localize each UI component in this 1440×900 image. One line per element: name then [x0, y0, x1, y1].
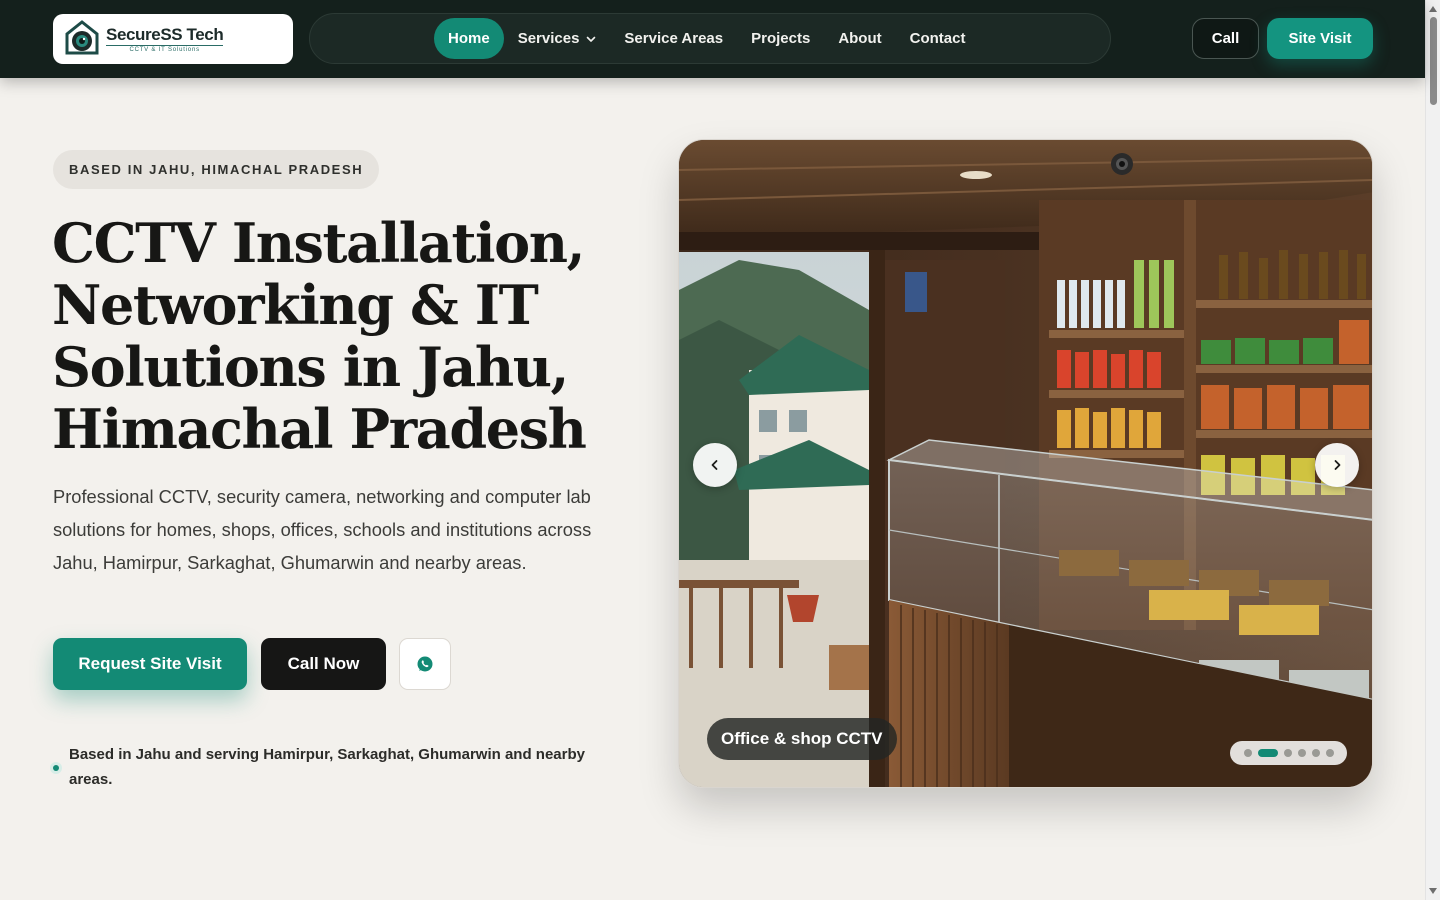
main-nav: Home Services Service Areas Projects Abo… — [309, 13, 1111, 64]
call-now-button[interactable]: Call Now — [261, 638, 386, 690]
carousel-dot-active[interactable] — [1257, 749, 1278, 757]
nav-services[interactable]: Services — [504, 18, 611, 59]
site-header: SecureSS Tech CCTV & IT Solutions Home S… — [0, 0, 1425, 78]
service-area-note: Based in Jahu and serving Hamirpur, Sark… — [69, 746, 585, 788]
chevron-down-icon — [587, 36, 596, 42]
hero-carousel: Office & shop CCTV — [678, 139, 1373, 788]
carousel-dot[interactable] — [1325, 749, 1334, 757]
chevron-left-icon — [711, 460, 718, 470]
nav-projects[interactable]: Projects — [737, 18, 824, 59]
header-call-button[interactable]: Call — [1192, 18, 1259, 59]
nav-home[interactable]: Home — [434, 18, 504, 59]
logo-name: SecureSS Tech — [106, 24, 224, 44]
nav-about[interactable]: About — [824, 18, 895, 59]
whatsapp-button[interactable] — [399, 638, 451, 690]
carousel-dots — [1230, 741, 1347, 765]
scroll-thumb[interactable] — [1430, 17, 1437, 105]
header-site-visit-button[interactable]: Site Visit — [1267, 18, 1373, 59]
whatsapp-icon — [417, 656, 433, 672]
logo-text: SecureSS Tech CCTV & IT Solutions — [106, 24, 224, 53]
scroll-up-arrow-icon[interactable] — [1429, 6, 1437, 12]
nav-services-label: Services — [517, 30, 580, 47]
logo-tagline: CCTV & IT Solutions — [106, 44, 224, 53]
location-dot-icon — [50, 762, 62, 774]
hero-title-line: Networking & IT — [52, 273, 539, 337]
hero-title-line: Himachal Pradesh — [52, 397, 587, 461]
carousel-dot[interactable] — [1297, 749, 1306, 757]
carousel-caption: Office & shop CCTV — [707, 718, 897, 760]
carousel-next-button[interactable] — [1315, 443, 1359, 487]
carousel-dot[interactable] — [1243, 749, 1252, 757]
hero-description: Professional CCTV, security camera, netw… — [53, 486, 592, 573]
carousel-dot[interactable] — [1283, 749, 1292, 757]
logo[interactable]: SecureSS Tech CCTV & IT Solutions — [53, 14, 293, 64]
shop-cctv-photo — [679, 140, 1372, 787]
scroll-down-arrow-icon[interactable] — [1429, 888, 1437, 894]
page-scrollbar[interactable] — [1425, 0, 1440, 900]
carousel-prev-button[interactable] — [693, 443, 737, 487]
carousel-dot[interactable] — [1311, 749, 1320, 757]
chevron-right-icon — [1334, 460, 1341, 470]
request-site-visit-button[interactable]: Request Site Visit — [53, 638, 247, 690]
nav-contact[interactable]: Contact — [896, 18, 980, 59]
nav-service-areas[interactable]: Service Areas — [610, 18, 737, 59]
hero-title-line: Solutions in Jahu, — [52, 335, 569, 399]
location-badge: BASED IN JAHU, HIMACHAL PRADESH — [53, 150, 380, 189]
hero-title: CCTV Installation, Networking & IT Solut… — [52, 212, 652, 460]
camera-shield-logo-icon — [65, 20, 99, 55]
hero-title-line: CCTV Installation, — [52, 211, 585, 275]
